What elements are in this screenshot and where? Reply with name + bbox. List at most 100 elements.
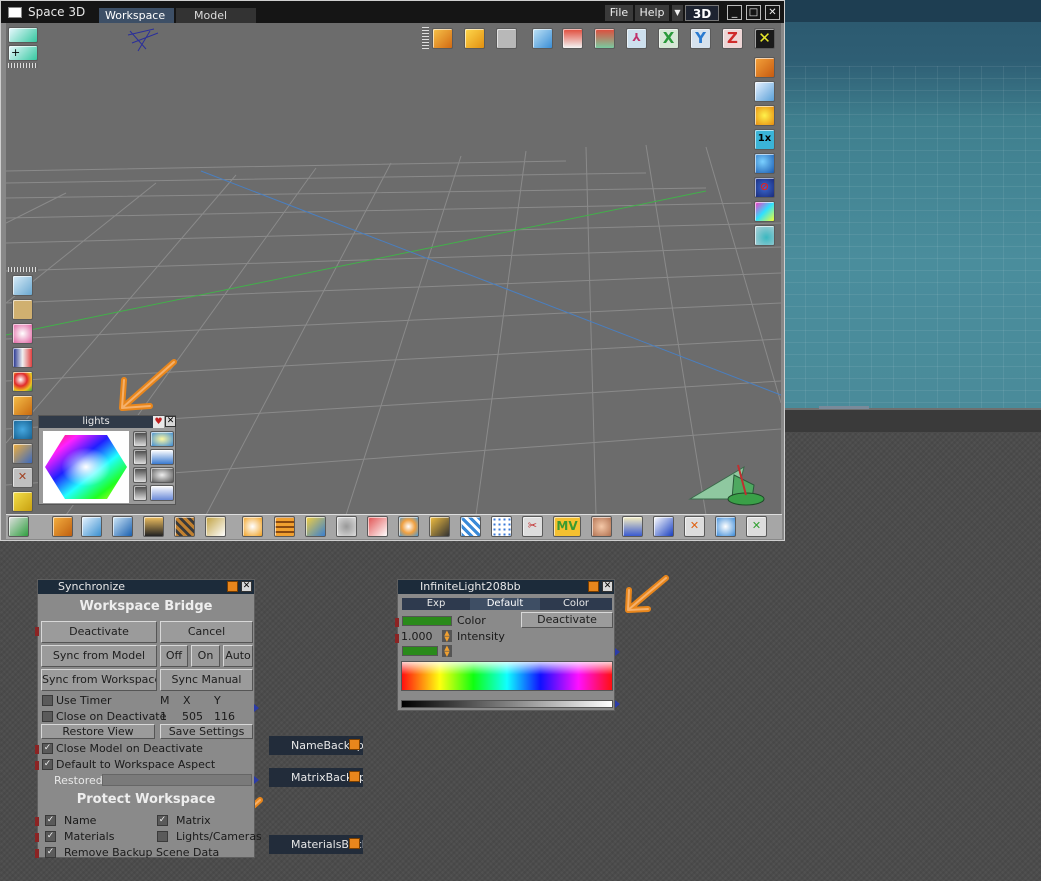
tab-model[interactable]: Model xyxy=(176,8,256,23)
deactivate-button[interactable]: Deactivate xyxy=(41,621,157,643)
intensity-value[interactable]: 1.000 xyxy=(401,630,433,643)
sun-light-icon[interactable] xyxy=(150,431,174,447)
lights-cameras-checkbox[interactable] xyxy=(157,831,168,842)
green-swatch[interactable] xyxy=(402,646,438,656)
scissors-icon[interactable]: ✂ xyxy=(522,516,543,537)
matrix-checkbox[interactable]: ✓ xyxy=(157,815,168,826)
matrix-backup-node[interactable]: MatrixBackup xyxy=(269,768,363,787)
scroll-thumb[interactable] xyxy=(819,406,869,409)
house-icon[interactable] xyxy=(562,28,583,49)
curve-icon[interactable] xyxy=(12,299,33,320)
viewport-scrollbar[interactable] xyxy=(783,406,1041,432)
grid-cube-icon[interactable] xyxy=(174,516,195,537)
default-aspect-checkbox[interactable]: ✓ xyxy=(42,759,53,770)
paint-bucket-icon[interactable] xyxy=(653,516,674,537)
menu-help[interactable]: Help xyxy=(635,5,669,21)
lights-panel[interactable]: lights ♥ ✕ xyxy=(38,415,176,505)
dropdown-arrow-icon[interactable]: ▼ xyxy=(672,5,683,21)
cone-light-icon[interactable] xyxy=(532,28,553,49)
sphere-cube-icon[interactable] xyxy=(754,225,775,246)
house-frame-icon[interactable] xyxy=(594,28,615,49)
tab-exp[interactable]: Exp xyxy=(402,598,470,610)
tools-icon[interactable]: ✕ xyxy=(12,467,33,488)
fold-icon[interactable] xyxy=(305,516,326,537)
square-frame-icon[interactable] xyxy=(496,28,517,49)
restore-view-button[interactable]: Restore View xyxy=(41,724,155,739)
materials-backup-node[interactable]: MaterialsBackup xyxy=(269,835,363,854)
materials-checkbox[interactable]: ✓ xyxy=(45,831,56,842)
scale-1x-icon[interactable]: 1x xyxy=(754,129,775,150)
pencil-icon[interactable] xyxy=(12,491,33,512)
close-on-deactivate-checkbox[interactable] xyxy=(42,711,53,722)
light-deactivate-button[interactable]: Deactivate xyxy=(521,612,613,628)
tab-default[interactable]: Default xyxy=(470,598,540,610)
crosshair-icon[interactable]: ✕ xyxy=(754,28,775,49)
infinite-light-title[interactable]: InfiniteLight208bb xyxy=(398,580,614,594)
light-type-1-icon[interactable] xyxy=(133,431,147,447)
box-open-icon[interactable] xyxy=(12,395,33,416)
square-select-icon[interactable] xyxy=(8,27,38,43)
arrows-star-icon[interactable] xyxy=(754,105,775,126)
shapes-icon[interactable] xyxy=(12,419,33,440)
menu-file[interactable]: File xyxy=(605,5,633,21)
checker-icon[interactable] xyxy=(460,516,481,537)
materials-backup-toggle[interactable] xyxy=(349,838,360,849)
on-button[interactable]: On xyxy=(191,645,220,667)
sync-manual-button[interactable]: Sync Manual xyxy=(160,669,253,691)
name-backup-node[interactable]: NameBackup xyxy=(269,736,363,755)
synchronize-title[interactable]: Synchronize xyxy=(38,580,254,594)
cube-icon[interactable] xyxy=(52,516,73,537)
title-bar[interactable]: Space 3D Workspace Model File Help ▼ 3D … xyxy=(1,1,784,23)
matrix-backup-toggle[interactable] xyxy=(349,771,360,782)
light-type-3-icon[interactable] xyxy=(133,467,147,483)
mesh-icon[interactable] xyxy=(12,275,33,296)
cube-stack-icon[interactable] xyxy=(754,57,775,78)
cube-yellow-icon[interactable] xyxy=(464,28,485,49)
cancel-button[interactable]: Cancel xyxy=(160,621,253,643)
synchronize-minimize-button[interactable] xyxy=(227,581,238,592)
dots-icon[interactable] xyxy=(491,516,512,537)
add-object-icon[interactable]: + xyxy=(8,45,38,61)
spheres-icon[interactable] xyxy=(754,153,775,174)
sync-from-workspace-button[interactable]: Sync from Workspace xyxy=(41,669,157,691)
sync-from-model-button[interactable]: Sync from Model xyxy=(41,645,157,667)
torch-icon[interactable] xyxy=(429,516,450,537)
layers-icon[interactable] xyxy=(143,516,164,537)
save-settings-button[interactable]: Save Settings xyxy=(160,724,253,739)
auto-button[interactable]: Auto xyxy=(223,645,253,667)
recycle-icon[interactable] xyxy=(8,516,29,537)
name-checkbox[interactable]: ✓ xyxy=(45,815,56,826)
light-minimize-button[interactable] xyxy=(588,581,599,592)
x-value[interactable]: 505 xyxy=(182,710,203,723)
view-mode-badge[interactable]: 3D xyxy=(685,5,719,21)
axis-tripod-icon[interactable]: ⅄ xyxy=(626,28,647,49)
spectrum-triangle-icon[interactable] xyxy=(12,347,33,368)
minimize-button[interactable]: _ xyxy=(727,5,742,20)
light-type-2-icon[interactable] xyxy=(133,449,147,465)
monitor-globe-icon[interactable] xyxy=(754,81,775,102)
shell-icon[interactable] xyxy=(205,516,226,537)
spiral-sphere-icon[interactable] xyxy=(242,516,263,537)
cross-tools-icon[interactable]: ✕ xyxy=(684,516,705,537)
remove-backup-checkbox[interactable]: ✓ xyxy=(45,847,56,858)
spectrum-picker[interactable] xyxy=(401,661,613,691)
green-spinner-icon[interactable]: ▲ ▼ xyxy=(442,645,452,658)
color-swatch[interactable] xyxy=(402,616,452,626)
view-navigator-icon[interactable] xyxy=(688,455,768,510)
light-close-button[interactable]: ✕ xyxy=(602,581,613,592)
z-axis-icon[interactable]: Z xyxy=(722,28,743,49)
swirl-icon[interactable] xyxy=(715,516,736,537)
palette-icon[interactable] xyxy=(398,516,419,537)
close-button[interactable]: ✕ xyxy=(765,5,780,20)
mv-letters-icon[interactable]: MV xyxy=(553,516,581,537)
synchronize-close-button[interactable]: ✕ xyxy=(241,581,252,592)
off-button[interactable]: Off xyxy=(160,645,188,667)
color-hexagon-picker[interactable] xyxy=(43,431,129,503)
y-value[interactable]: 116 xyxy=(214,710,235,723)
close-model-checkbox[interactable]: ✓ xyxy=(42,743,53,754)
panel-light-icon[interactable] xyxy=(150,485,174,501)
x-axis-icon[interactable]: X xyxy=(658,28,679,49)
ribbon-icon[interactable] xyxy=(367,516,388,537)
tab-color[interactable]: Color xyxy=(540,598,612,610)
use-timer-checkbox[interactable] xyxy=(42,695,53,706)
